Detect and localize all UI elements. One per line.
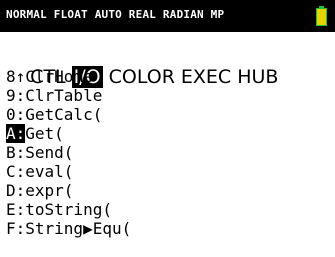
menu-item-key: B: [6, 143, 26, 162]
battery-icon [316, 6, 327, 26]
mode-status-text: NORMAL FLOAT AUTO REAL RADIAN MP [6, 8, 225, 21]
status-bar: NORMAL FLOAT AUTO REAL RADIAN MP [0, 0, 335, 32]
menu-item-key: E: [6, 200, 26, 219]
menu-item-label: String▶Equ( [25, 219, 132, 238]
calculator-screen: NORMAL FLOAT AUTO REAL RADIAN MP CTL I/O C… [0, 0, 335, 257]
menu-item-label: expr( [25, 181, 74, 200]
battery-body [316, 8, 327, 26]
menu-item-label: Get( [25, 124, 64, 143]
menu-item-key: 9: [6, 86, 26, 105]
menu-item-eval[interactable]: C:eval( [6, 162, 131, 181]
io-menu-list: 8↑ClrHome 9:ClrTable 0:GetCalc( A:Get( B… [6, 67, 131, 238]
menu-item-string-equ[interactable]: F:String▶Equ( [6, 219, 131, 238]
tab-hub[interactable]: HUB [237, 66, 278, 88]
menu-item-key: 0: [6, 105, 26, 124]
tab-exec[interactable]: EXEC [181, 66, 231, 88]
menu-item-key-selected: A: [6, 124, 26, 143]
menu-item-label: ClrHome [25, 67, 93, 86]
menu-item-key: C: [6, 162, 26, 181]
menu-item-send[interactable]: B:Send( [6, 143, 131, 162]
menu-item-expr[interactable]: D:expr( [6, 181, 131, 200]
menu-item-tostring[interactable]: E:toString( [6, 200, 131, 219]
menu-item-label: Send( [25, 143, 74, 162]
menu-tab-row: CTL I/O COLOR EXEC HUB [6, 44, 284, 88]
menu-item-label: toString( [25, 200, 112, 219]
menu-item-get[interactable]: A:Get( [6, 124, 131, 143]
menu-item-clrtable[interactable]: 9:ClrTable [6, 86, 131, 105]
menu-item-key: 8↑ [6, 67, 26, 86]
menu-item-clrhome[interactable]: 8↑ClrHome [6, 67, 131, 86]
menu-item-key: D: [6, 181, 26, 200]
menu-item-label: eval( [25, 162, 74, 181]
menu-item-key: F: [6, 219, 26, 238]
menu-item-label: ClrTable [25, 86, 103, 105]
menu-item-getcalc[interactable]: 0:GetCalc( [6, 105, 131, 124]
menu-item-label: GetCalc( [25, 105, 103, 124]
